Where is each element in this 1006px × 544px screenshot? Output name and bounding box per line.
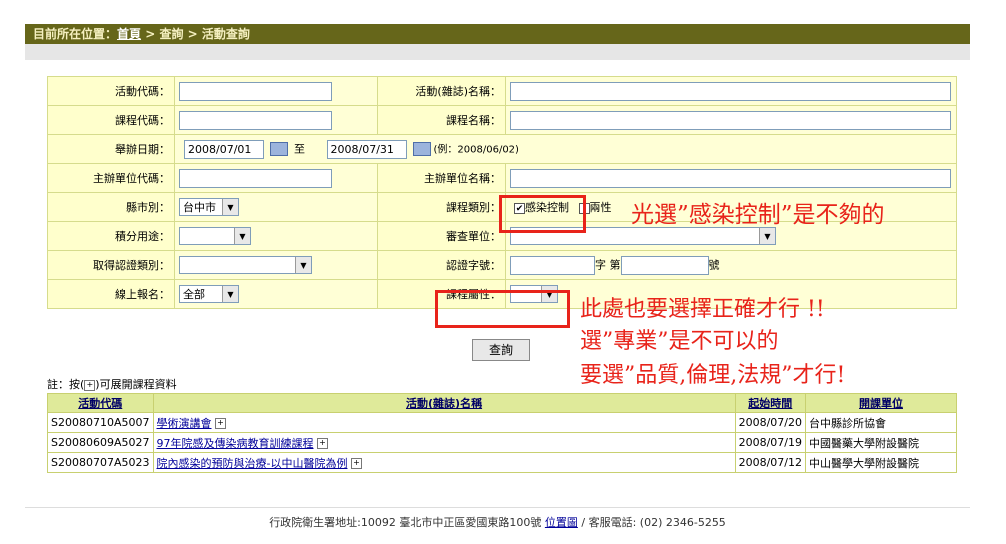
annotation-note-2-line2: 選”專業”是不可以的 [580, 329, 779, 354]
city-select-value: 台中市 [183, 201, 216, 214]
activity-code-input[interactable] [179, 81, 332, 101]
table-row: S20080609A5027 97年院感及傳染病教育訓練課程 + 2008/07… [47, 432, 957, 453]
breadcrumb-current: > 查詢 > 活動查詢 [141, 27, 250, 41]
organizer-name-label: 主辦單位名稱： [377, 163, 506, 193]
table-row: S20080710A5007 學術演講會 + 2008/07/20 台中縣診所協… [47, 412, 957, 433]
online-select[interactable]: 全部 ▼ [179, 285, 239, 303]
activity-name-input[interactable] [510, 81, 951, 101]
breadcrumb-prefix: 目前所在位置： [33, 27, 118, 41]
course-code-label: 課程代碼： [47, 105, 175, 135]
cert-no-end: 號 [708, 258, 720, 271]
highlight-course-attr [435, 290, 570, 328]
chevron-down-icon: ▼ [759, 228, 775, 244]
city-select[interactable]: 台中市 ▼ [179, 198, 239, 216]
row-unit: 台中縣診所協會 [805, 412, 957, 433]
query-button[interactable]: 查詢 [472, 339, 530, 361]
footer-address: 行政院衛生署地址:10092 臺北市中正區愛國東路100號 [269, 516, 545, 529]
calendar-icon[interactable] [412, 142, 431, 156]
annotation-note-1: 光選”感染控制”是不夠的 [631, 202, 885, 228]
cert-no-number-input[interactable] [620, 255, 709, 275]
search-form: 活動代碼： 活動(雜誌)名稱： 課程代碼： 課程名稱： 舉辦日期： 2008/0… [47, 76, 957, 309]
activity-name-label: 活動(雜誌)名稱： [377, 76, 506, 106]
row-unit: 中國醫藥大學附設醫院 [805, 432, 957, 453]
row-date: 2008/07/12 [734, 452, 807, 473]
plus-icon: + [84, 379, 96, 391]
row-name-link[interactable]: 學術演講會 [157, 417, 212, 430]
row-date: 2008/07/19 [734, 432, 807, 453]
breadcrumb-home-link[interactable]: 首頁 [117, 27, 141, 41]
date-from-input[interactable]: 2008/07/01 [184, 139, 264, 159]
row-unit: 中山醫學大學附設醫院 [805, 452, 957, 473]
expand-icon[interactable]: + [215, 418, 226, 429]
col-header-name[interactable]: 活動(雜誌)名稱 [152, 393, 736, 413]
online-select-value: 全部 [183, 288, 205, 301]
cert-type-select[interactable]: ▼ [179, 256, 312, 274]
hint-prefix: 註：按( [47, 378, 85, 391]
row-code: S20080710A5007 [47, 412, 154, 433]
annotation-note-2-line3: 要選”品質,倫理,法規”才行! [580, 363, 846, 388]
date-to-separator: 至 [294, 142, 305, 155]
calendar-icon[interactable] [270, 142, 288, 156]
row-name-link[interactable]: 97年院感及傳染病教育訓練課程 [157, 437, 314, 450]
table-row: S20080707A5023 院內感染的預防與治療-以中山醫院為例 + 2008… [47, 452, 957, 473]
expand-icon[interactable]: + [317, 438, 328, 449]
course-type-label: 課程類別： [377, 192, 506, 222]
course-name-label: 課程名稱： [377, 105, 506, 135]
chevron-down-icon: ▼ [222, 199, 238, 215]
city-label: 縣市別： [47, 192, 175, 222]
chevron-down-icon: ▼ [234, 228, 250, 244]
cert-no-prefix-input[interactable] [510, 255, 595, 275]
row-name-link[interactable]: 院內感染的預防與治療-以中山醫院為例 [157, 457, 348, 470]
credit-use-label: 積分用途： [47, 221, 175, 251]
header-band [25, 44, 970, 60]
chevron-down-icon: ▼ [222, 286, 238, 302]
expand-hint: 註：按(+)可展開課程資料 [47, 376, 177, 392]
organizer-name-input[interactable] [510, 168, 951, 188]
online-label: 線上報名： [47, 279, 175, 309]
course-code-input[interactable] [179, 110, 332, 130]
highlight-course-type [499, 195, 586, 233]
breadcrumb: 目前所在位置：首頁 > 查詢 > 活動查詢 [25, 24, 970, 44]
results-table: 活動代碼 活動(雜誌)名稱 起始時間 開課單位 S20080710A5007 學… [47, 393, 957, 473]
cert-no-mid: 字 第 [595, 258, 621, 271]
map-link[interactable]: 位置圖 [545, 516, 578, 529]
row-date: 2008/07/20 [734, 412, 807, 433]
gender-label: 兩性 [589, 201, 612, 214]
course-name-input[interactable] [510, 110, 951, 130]
col-header-date[interactable]: 起始時間 [734, 393, 807, 413]
hint-suffix: )可展開課程資料 [95, 378, 177, 391]
organizer-code-label: 主辦單位代碼： [47, 163, 175, 193]
review-unit-label: 審查單位： [377, 221, 506, 251]
annotation-note-2-line1: 此處也要選擇正確才行 !! [580, 297, 825, 322]
date-label: 舉辦日期： [47, 134, 175, 164]
expand-icon[interactable]: + [350, 458, 362, 469]
chevron-down-icon: ▼ [295, 257, 311, 273]
organizer-code-input[interactable] [179, 168, 332, 188]
row-code: S20080707A5023 [47, 452, 154, 473]
credit-use-select[interactable]: ▼ [179, 227, 251, 245]
cert-type-label: 取得認證類別： [47, 250, 175, 280]
col-header-code[interactable]: 活動代碼 [47, 393, 154, 413]
activity-code-label: 活動代碼： [47, 76, 175, 106]
cert-no-label: 認證字號： [377, 250, 506, 280]
footer: 行政院衛生署地址:10092 臺北市中正區愛國東路100號 位置圖 / 客服電話… [25, 507, 970, 530]
col-header-unit[interactable]: 開課單位 [805, 393, 957, 413]
date-example: (例：2008/06/02) [433, 144, 519, 155]
date-to-input[interactable]: 2008/07/31 [326, 139, 407, 159]
footer-phone: / 客服電話: (02) 2346-5255 [577, 516, 726, 529]
row-code: S20080609A5027 [47, 432, 154, 453]
